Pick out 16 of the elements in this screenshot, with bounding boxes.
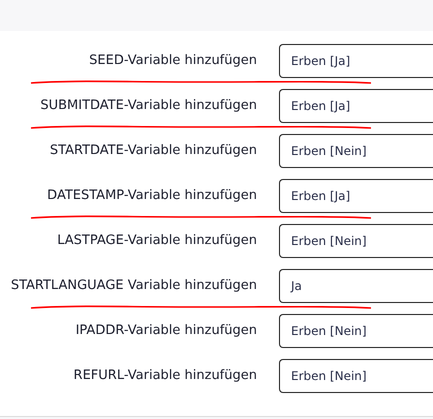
field-label: LASTPAGE-Variable hinzufügen [56,232,257,250]
select-field[interactable]: Erben [Ja] [279,44,433,78]
field-label: REFURL-Variable hinzufügen [72,367,257,386]
select-field[interactable]: Erben [Nein] [279,134,433,168]
field-label: DATESTAMP-Variable hinzufügen [46,187,257,206]
select-field[interactable]: Erben [Nein] [279,314,433,348]
field-label: STARTDATE-Variable hinzufügen [48,142,257,160]
select-field[interactable]: Erben [Ja] [279,89,433,123]
select-field[interactable]: Erben [Ja] [279,179,433,213]
select-field[interactable]: Erben [Nein] [279,359,433,393]
select-field[interactable]: Erben [Nein] [279,224,433,258]
select-field[interactable]: Ja [279,269,433,303]
field-label: IPADDR-Variable hinzufügen [74,322,257,340]
field-label: STARTLANGUAGE Variable hinzufügen [10,277,257,296]
field-label: SUBMITDATE-Variable hinzufügen [39,97,257,116]
field-label: SEED-Variable hinzufügen [88,52,257,70]
